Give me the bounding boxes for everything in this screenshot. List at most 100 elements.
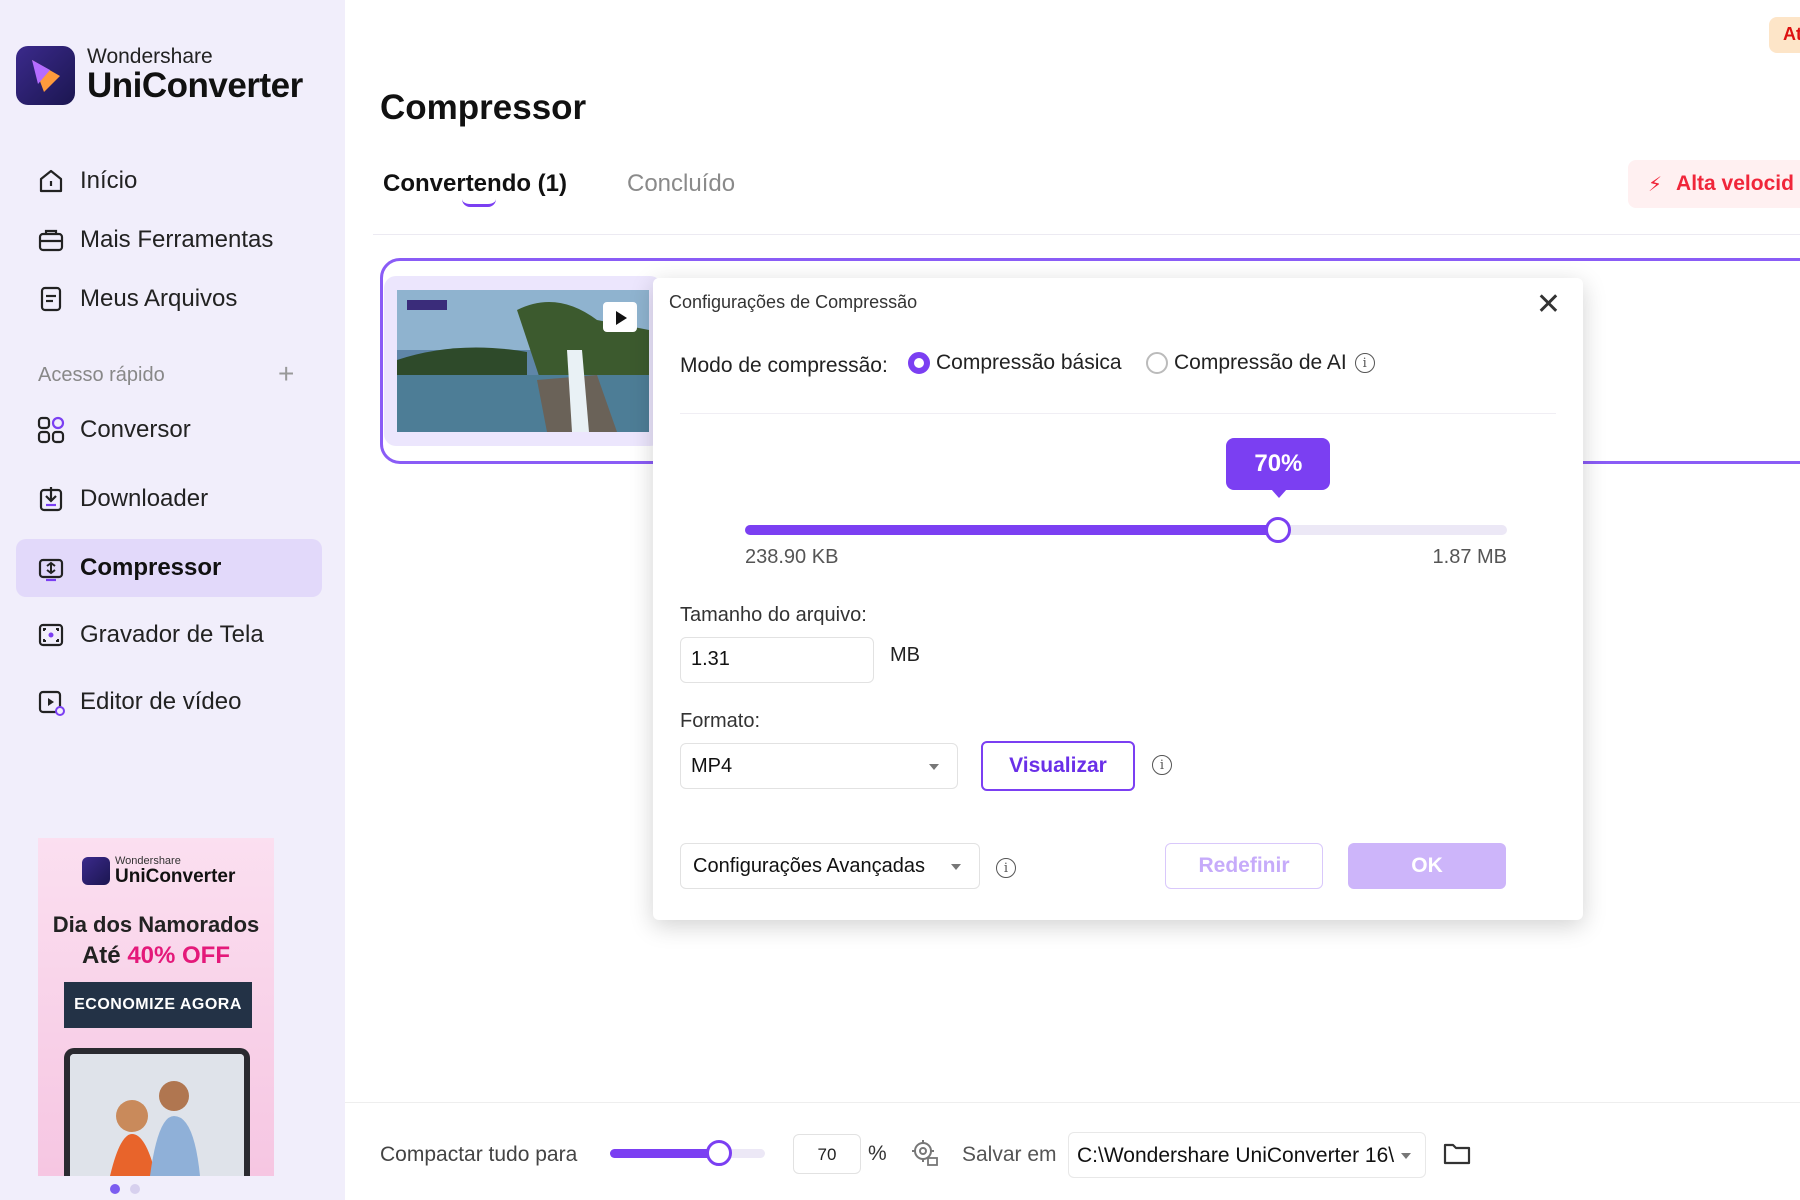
radio-basic-compression[interactable]: Compressão básica [908,351,1122,375]
sidebar: Wondershare UniConverter Início Mais Fer… [0,0,345,1200]
sidebar-item-label: Meus Arquivos [80,285,238,312]
high-speed-button[interactable]: ⚡ Alta velocid [1628,160,1800,208]
add-quick-access-icon[interactable]: + [278,360,294,388]
chevron-down-icon [951,864,961,870]
file-size-input[interactable]: 1.31 [680,637,874,683]
sidebar-item-label: Gravador de Tela [80,621,264,648]
app-product-name: UniConverter [87,66,303,105]
radio-selected-icon [908,352,930,374]
tab-concluido[interactable]: Concluído [627,170,735,198]
promo-image [64,1048,250,1176]
file-icon [36,284,66,314]
sidebar-item-label: Início [80,167,138,194]
page-title: Compressor [380,88,587,127]
sidebar-item-inicio[interactable]: Início [16,152,322,210]
promo-product: UniConverter [115,866,236,887]
close-icon[interactable]: ✕ [1536,290,1561,320]
sidebar-item-meus-arquivos[interactable]: Meus Arquivos [16,270,322,328]
screen-record-icon [36,620,66,650]
sidebar-item-mais-ferramentas[interactable]: Mais Ferramentas [16,211,322,269]
format-label: Formato: [680,710,761,732]
percent-sign: % [868,1142,887,1165]
reset-button[interactable]: Redefinir [1165,843,1323,889]
output-path-select[interactable]: C:\Wondershare UniConverter 16\ [1068,1132,1426,1178]
toolbox-icon [36,225,66,255]
promo-dot-active[interactable] [110,1184,120,1194]
promo-logo: Wondershare UniConverter [82,856,235,887]
tab-convertendo[interactable]: Convertendo (1) [383,170,567,198]
top-badge[interactable]: At [1769,17,1800,53]
header-divider [373,234,1800,235]
file-size-label: Tamanho do arquivo: [680,604,867,626]
info-icon[interactable]: i [996,858,1016,878]
sidebar-item-label: Compressor [80,554,222,581]
app-brand: Wondershare [87,45,213,68]
compression-slider-fill [745,525,1279,535]
format-select[interactable]: MP4 [680,743,958,789]
promo-logo-icon [82,857,110,886]
folder-icon[interactable] [1442,1140,1472,1171]
promo-dot[interactable] [130,1184,140,1194]
play-icon[interactable] [603,302,637,332]
advanced-settings-label: Configurações Avançadas [693,855,926,877]
promo-banner[interactable]: Wondershare UniConverter Dia dos Namorad… [38,838,274,1176]
min-size-label: 238.90 KB [745,546,839,568]
compress-all-label: Compactar tudo para [380,1143,578,1166]
info-icon[interactable]: i [1152,755,1172,775]
sidebar-item-gravador-de-tela[interactable]: Gravador de Tela [16,606,322,664]
tab-active-indicator [462,199,496,207]
compression-percent-tooltip: 70% [1226,438,1331,498]
sidebar-item-compressor[interactable]: Compressor [16,539,322,597]
video-thumbnail[interactable] [397,290,649,432]
sidebar-item-label: Conversor [80,416,191,443]
sidebar-item-editor-de-video[interactable]: Editor de vídeo [16,673,322,731]
compression-settings-dialog: Configurações de Compressão ✕ Modo de co… [653,278,1583,920]
max-size-label: 1.87 MB [1432,546,1507,568]
dialog-divider [680,413,1556,414]
save-to-label: Salvar em [962,1143,1057,1166]
promo-pagination[interactable] [110,1184,140,1194]
preview-button[interactable]: Visualizar [981,741,1135,791]
home-icon [36,166,66,196]
lightning-icon: ⚡ [1648,173,1663,196]
chevron-down-icon [1401,1153,1411,1159]
convert-icon [36,415,66,445]
advanced-settings-select[interactable]: Configurações Avançadas [680,843,980,889]
radio-ai-compression[interactable]: Compressão de AI i [1146,351,1375,375]
compress-all-slider[interactable] [610,1140,765,1166]
radio-unselected-icon [1146,352,1168,374]
quick-access-label: Acesso rápido [38,364,165,386]
compress-icon [36,553,66,583]
sidebar-item-label: Downloader [80,485,209,512]
settings-target-icon[interactable] [910,1138,940,1173]
compress-all-slider-fill [610,1149,719,1158]
video-edit-icon [36,687,66,717]
sidebar-item-label: Editor de vídeo [80,688,242,715]
compression-mode-label: Modo de compressão: [680,354,888,377]
high-speed-label: Alta velocid [1676,172,1794,195]
file-size-unit: MB [890,644,920,666]
promo-subtitle-prefix: Até [81,942,128,969]
download-icon [36,484,66,514]
chevron-down-icon [929,764,939,770]
compression-slider-handle[interactable] [1265,517,1292,543]
app-logo: Wondershare UniConverter [16,46,303,106]
output-path-value: C:\Wondershare UniConverter 16\ [1077,1144,1395,1167]
promo-subtitle: Até 40% OFF [38,942,274,970]
sidebar-item-conversor[interactable]: Conversor [16,401,322,459]
sidebar-item-label: Mais Ferramentas [80,226,274,253]
app-logo-icon [16,46,75,106]
compression-slider[interactable] [745,517,1507,543]
bottom-divider [345,1102,1800,1103]
dialog-title: Configurações de Compressão [669,292,918,312]
ok-button[interactable]: OK [1348,843,1506,889]
info-icon[interactable]: i [1354,353,1375,373]
promo-cta-button[interactable]: ECONOMIZE AGORA [64,982,252,1028]
sidebar-item-downloader[interactable]: Downloader [16,470,322,528]
format-value: MP4 [691,755,733,777]
compress-all-slider-handle[interactable] [705,1140,732,1166]
radio-ai-label: Compressão de AI [1174,351,1347,374]
promo-title: Dia dos Namorados [52,912,260,937]
compress-all-percent-input[interactable]: 70 [793,1134,861,1174]
promo-discount: 40% OFF [127,942,231,969]
